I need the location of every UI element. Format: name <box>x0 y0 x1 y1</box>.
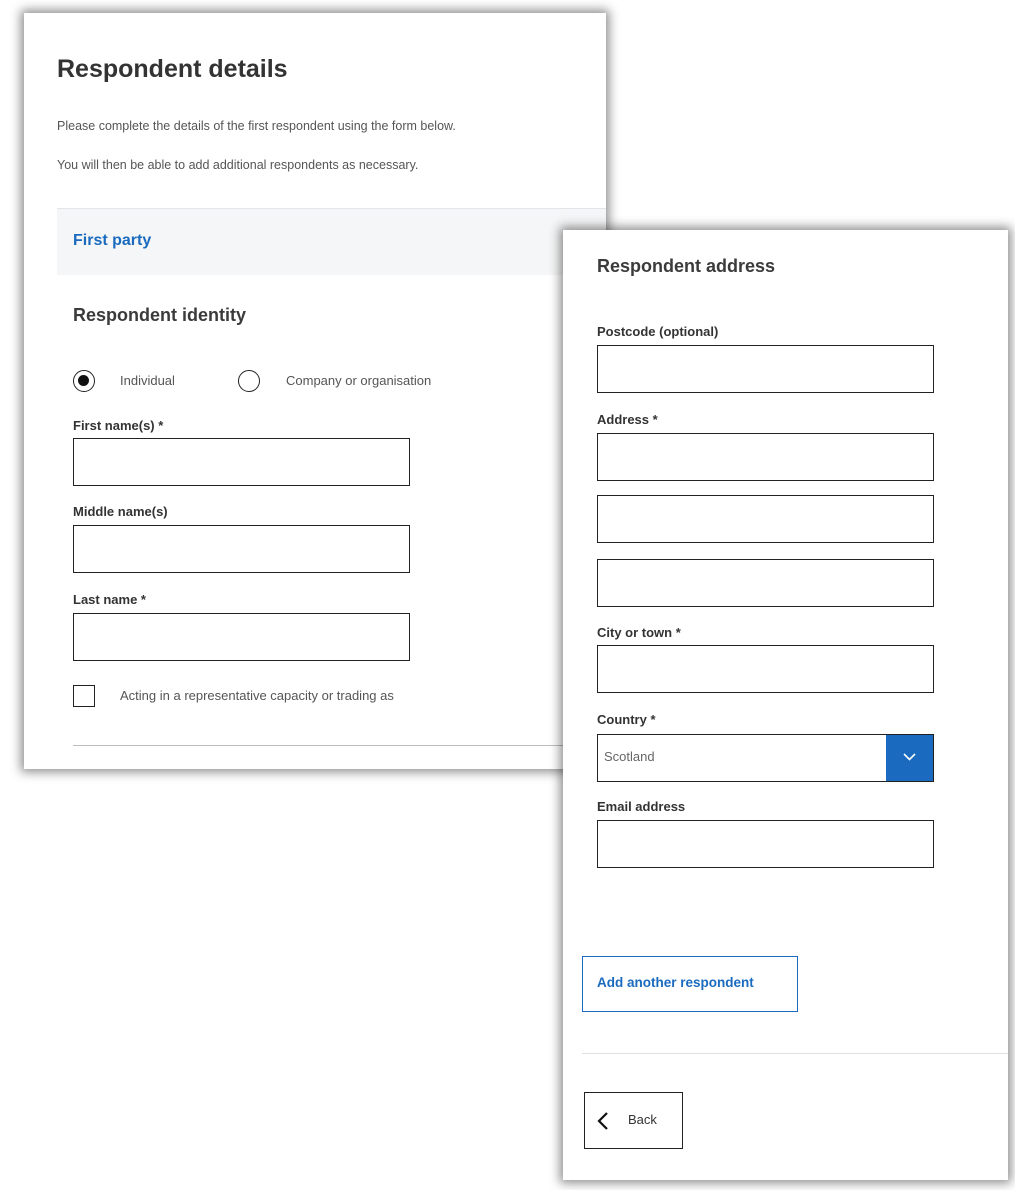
last-name-input[interactable] <box>73 613 410 661</box>
back-button-label: Back <box>628 1112 657 1127</box>
respondent-address-panel: Respondent address Postcode (optional) A… <box>563 230 1008 1180</box>
add-another-respondent-label: Add another respondent <box>597 975 754 990</box>
respondent-details-panel: Respondent details Please complete the d… <box>24 13 606 769</box>
radio-company-label[interactable]: Company or organisation <box>286 373 431 388</box>
postcode-label: Postcode (optional) <box>597 324 719 339</box>
chevron-left-icon <box>597 1112 608 1130</box>
address-line-3-input[interactable] <box>597 559 934 607</box>
chevron-down-icon <box>903 753 916 761</box>
intro-text-line-1: Please complete the details of the first… <box>57 119 456 133</box>
radio-company[interactable] <box>238 370 260 392</box>
address-label: Address * <box>597 412 658 427</box>
email-input[interactable] <box>597 820 934 868</box>
country-dropdown-button[interactable] <box>886 735 933 781</box>
first-party-label[interactable]: First party <box>73 232 151 250</box>
first-name-input[interactable] <box>73 438 410 486</box>
representative-checkbox-label[interactable]: Acting in a representative capacity or t… <box>120 688 394 703</box>
back-button[interactable]: Back <box>584 1092 683 1149</box>
postcode-input[interactable] <box>597 345 934 393</box>
address-line-2-input[interactable] <box>597 495 934 543</box>
city-label: City or town * <box>597 625 681 640</box>
footer-divider <box>582 1053 1008 1054</box>
address-line-1-input[interactable] <box>597 433 934 481</box>
radio-individual-label[interactable]: Individual <box>120 373 175 388</box>
email-label: Email address <box>597 799 686 814</box>
country-select[interactable]: Scotland <box>597 734 934 782</box>
section-divider <box>73 745 606 746</box>
city-input[interactable] <box>597 645 934 693</box>
middle-name-input[interactable] <box>73 525 410 573</box>
respondent-identity-heading: Respondent identity <box>73 305 247 325</box>
first-party-bar[interactable]: First party <box>57 208 606 275</box>
middle-name-label: Middle name(s) <box>73 504 168 519</box>
country-selected-value: Scotland <box>604 749 655 764</box>
country-label: Country * <box>597 712 656 727</box>
radio-selected-dot <box>78 375 89 386</box>
last-name-label: Last name * <box>73 592 146 607</box>
add-another-respondent-button[interactable]: Add another respondent <box>582 956 798 1012</box>
page-title: Respondent details <box>57 55 288 83</box>
radio-individual[interactable] <box>73 370 95 392</box>
respondent-address-heading: Respondent address <box>597 256 776 276</box>
representative-checkbox[interactable] <box>73 685 95 707</box>
intro-text-line-2: You will then be able to add additional … <box>57 158 419 172</box>
first-name-label: First name(s) * <box>73 418 164 433</box>
